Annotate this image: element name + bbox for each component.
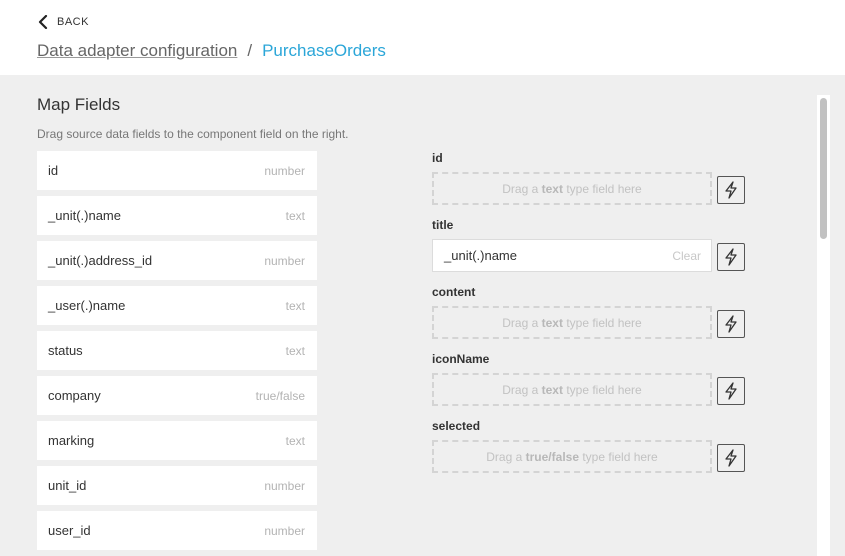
breadcrumb: Data adapter configuration / PurchaseOrd…	[37, 41, 386, 61]
back-button[interactable]: BACK	[38, 15, 89, 29]
source-field-type: text	[285, 208, 305, 223]
bind-expression-button[interactable]	[717, 444, 745, 472]
source-field-name: _unit(.)name	[48, 208, 121, 223]
source-field-type: number	[264, 478, 305, 493]
source-field-item[interactable]: id number	[37, 151, 317, 190]
lightning-bolt-icon	[725, 248, 737, 266]
target-field-label: id	[432, 151, 443, 165]
source-field-item[interactable]: _unit(.)address_id number	[37, 241, 317, 280]
source-field-name: company	[48, 388, 101, 403]
source-field-item[interactable]: company true/false	[37, 376, 317, 415]
source-field-type: number	[264, 163, 305, 178]
source-field-type: text	[285, 433, 305, 448]
target-field-iconname: iconName Drag a text type field here	[432, 350, 752, 417]
lightning-bolt-icon	[725, 181, 737, 199]
clear-button[interactable]: Clear	[672, 249, 701, 263]
source-field-type: text	[285, 298, 305, 313]
lightning-bolt-icon	[725, 382, 737, 400]
dropzone-text-pre: Drag a	[502, 315, 539, 330]
source-field-name: marking	[48, 433, 95, 448]
dropzone-text-post: type field here	[566, 181, 642, 196]
bind-expression-button[interactable]	[717, 310, 745, 338]
dropzone-text-pre: Drag a	[486, 449, 523, 464]
bind-expression-button[interactable]	[717, 243, 745, 271]
source-field-item[interactable]: marking text	[37, 421, 317, 460]
source-field-item[interactable]: unit_id number	[37, 466, 317, 505]
page-header: BACK Data adapter configuration / Purcha…	[0, 0, 845, 75]
target-field-id: id Drag a text type field here	[432, 149, 752, 216]
source-field-item[interactable]: _unit(.)name text	[37, 196, 317, 235]
source-field-item[interactable]: status text	[37, 331, 317, 370]
target-field-label: content	[432, 285, 476, 299]
source-field-type: number	[264, 253, 305, 268]
mapped-field-value: _unit(.)name	[444, 248, 517, 263]
dropzone-text-post: type field here	[566, 315, 642, 330]
scrollbar-thumb[interactable]	[820, 98, 827, 239]
target-field-content: content Drag a text type field here	[432, 283, 752, 350]
source-field-item[interactable]: _user(.)name text	[37, 286, 317, 325]
source-field-name: unit_id	[48, 478, 87, 493]
dropzone-text-type: text	[541, 382, 563, 397]
source-field-name: _user(.)name	[48, 298, 126, 313]
dropzone-text-post: type field here	[566, 382, 642, 397]
target-field-label: iconName	[432, 352, 490, 366]
target-dropzone-id[interactable]: Drag a text type field here	[432, 172, 712, 205]
target-mapped-field-title[interactable]: _unit(.)name Clear	[432, 239, 712, 272]
breadcrumb-current: PurchaseOrders	[262, 41, 386, 60]
dropzone-text-type: text	[541, 315, 563, 330]
breadcrumb-parent-link[interactable]: Data adapter configuration	[37, 41, 237, 61]
dropzone-text-type: true/false	[525, 449, 579, 464]
source-field-name: status	[48, 343, 83, 358]
map-fields-panel: Map Fields Drag source data fields to th…	[0, 75, 845, 556]
dropzone-text-type: text	[541, 181, 563, 196]
target-dropzone-selected[interactable]: Drag a true/false type field here	[432, 440, 712, 473]
source-field-name: user_id	[48, 523, 91, 538]
target-field-label: selected	[432, 419, 481, 433]
source-field-type: text	[285, 343, 305, 358]
dropzone-text-pre: Drag a	[502, 382, 539, 397]
breadcrumb-separator: /	[247, 41, 253, 60]
bind-expression-button[interactable]	[717, 176, 745, 204]
target-field-list: id Drag a text type field here title _un…	[432, 149, 752, 484]
dropzone-text-pre: Drag a	[502, 181, 539, 196]
dropzone-text-post: type field here	[582, 449, 658, 464]
lightning-bolt-icon	[725, 315, 737, 333]
lightning-bolt-icon	[725, 449, 737, 467]
vertical-scrollbar[interactable]	[817, 95, 830, 556]
target-dropzone-content[interactable]: Drag a text type field here	[432, 306, 712, 339]
target-field-title: title _unit(.)name Clear	[432, 216, 752, 283]
target-field-selected: selected Drag a true/false type field he…	[432, 417, 752, 484]
back-label: BACK	[57, 16, 89, 28]
source-field-type: true/false	[255, 388, 305, 403]
source-field-type: number	[264, 523, 305, 538]
chevron-left-icon	[38, 15, 48, 29]
source-field-item[interactable]: user_id number	[37, 511, 317, 550]
section-title: Map Fields	[37, 95, 121, 114]
bind-expression-button[interactable]	[717, 377, 745, 405]
target-field-label: title	[432, 218, 454, 232]
source-field-list: id number _unit(.)name text _unit(.)addr…	[37, 151, 317, 556]
section-description: Drag source data fields to the component…	[37, 127, 349, 141]
source-field-name: id	[48, 163, 59, 178]
target-dropzone-iconname[interactable]: Drag a text type field here	[432, 373, 712, 406]
source-field-name: _unit(.)address_id	[48, 253, 153, 268]
